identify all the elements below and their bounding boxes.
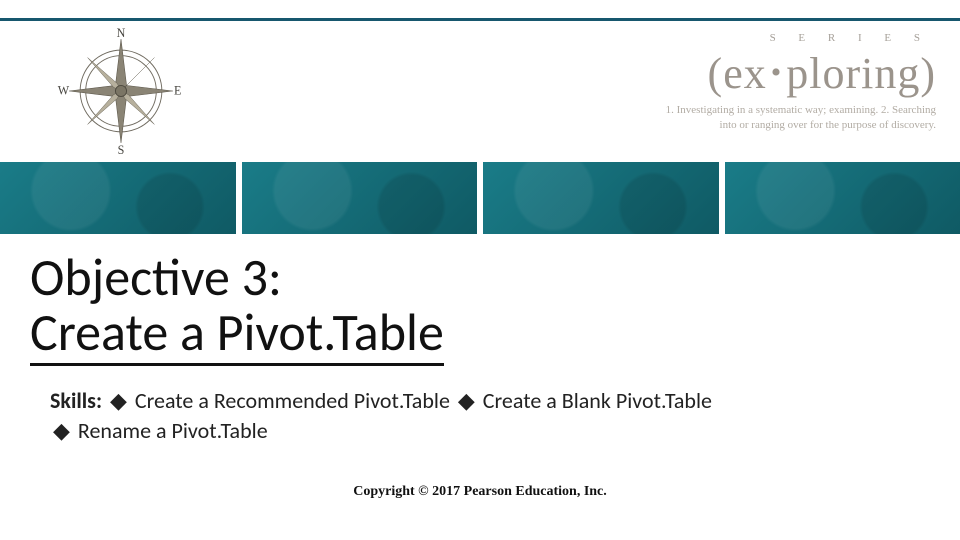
title-block: Objective 3: Create a Pivot.Table <box>30 250 930 366</box>
page-title: Objective 3: Create a Pivot.Table <box>30 250 444 366</box>
top-rule <box>0 18 960 21</box>
bullet-icon: ◆ <box>50 417 73 444</box>
wordmark-dot-icon: • <box>767 56 787 89</box>
paren-open: ( <box>708 49 724 98</box>
brand-definitions: 1. Investigating in a systematic way; ex… <box>576 103 936 133</box>
bullet-icon: ◆ <box>455 387 478 414</box>
brand-series: S E R I E S <box>576 32 936 44</box>
skill-item: Rename a Pivot.Table <box>78 417 268 444</box>
brand-def-line: into or ranging over for the purpose of … <box>576 118 936 133</box>
slide: N E S W S E R I E S (ex•ploring) 1. Inve… <box>0 0 960 540</box>
compass-w: W <box>58 84 70 98</box>
brand-def-line: 1. Investigating in a systematic way; ex… <box>576 103 936 118</box>
brand-block: S E R I E S (ex•ploring) 1. Investigatin… <box>576 32 936 133</box>
decor-tile <box>0 162 236 234</box>
compass-n: N <box>117 26 126 40</box>
bullet-icon: ◆ <box>107 387 130 414</box>
skills-label: Skills: <box>50 387 102 414</box>
skill-item: Create a Blank Pivot.Table <box>483 387 712 414</box>
skill-item: Create a Recommended Pivot.Table <box>135 387 450 414</box>
decor-tile <box>242 162 478 234</box>
compass-e: E <box>174 84 181 98</box>
decor-tile <box>725 162 960 234</box>
wordmark-left: ex <box>723 49 767 98</box>
paren-close: ) <box>920 49 936 98</box>
footer-copyright: Copyright © 2017 Pearson Education, Inc. <box>0 484 960 500</box>
brand-wordmark: (ex•ploring) <box>576 48 936 99</box>
skills-block: Skills: ◆ Create a Recommended Pivot.Tab… <box>50 386 900 445</box>
compass-s: S <box>118 143 125 156</box>
tile-band <box>0 162 960 234</box>
decor-tile <box>483 162 719 234</box>
wordmark-right: ploring <box>786 49 920 98</box>
title-line-2: Create a Pivot.Table <box>30 300 444 364</box>
compass-icon: N E S W <box>56 26 186 156</box>
header: N E S W S E R I E S (ex•ploring) 1. Inve… <box>0 26 960 146</box>
